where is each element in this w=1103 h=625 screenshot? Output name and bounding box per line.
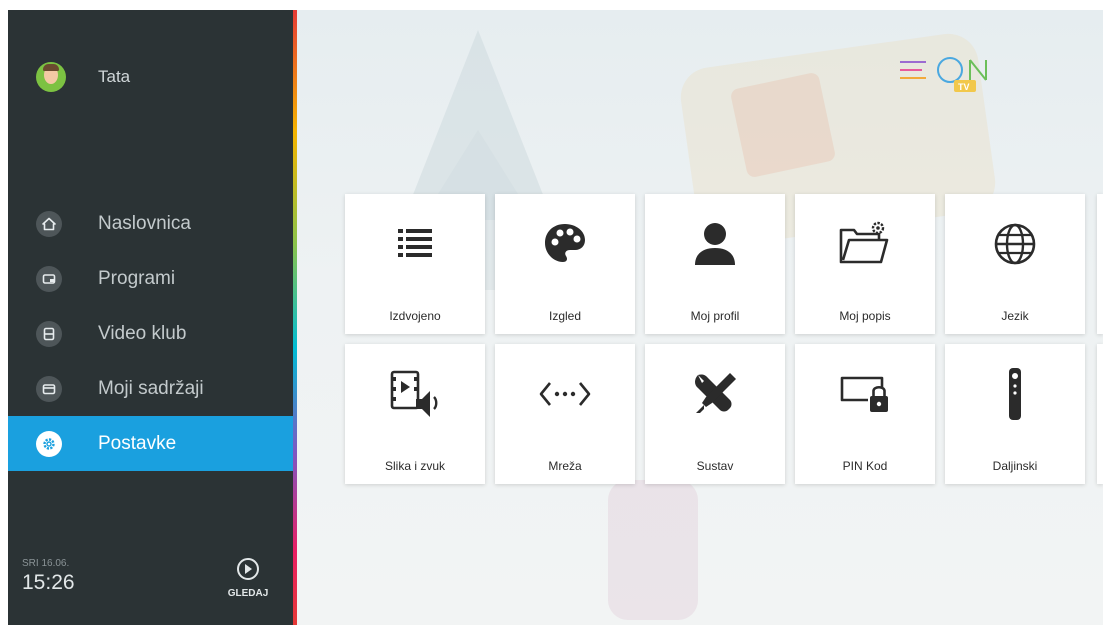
tile-moj-popis[interactable]: Moj popis	[795, 194, 935, 334]
background-scenery	[729, 71, 837, 179]
tile-jezik[interactable]: Jezik	[945, 194, 1085, 334]
tile-label: Sustav	[696, 459, 734, 473]
remote-icon	[945, 366, 1085, 422]
globe-icon	[945, 216, 1085, 272]
play-circle-icon	[237, 558, 259, 580]
tile-edge-clipped	[1097, 194, 1103, 334]
eon-tv-logo: TV	[898, 50, 1018, 92]
tile-label: Daljinski	[992, 459, 1038, 473]
menu-item-programi[interactable]: Programi	[8, 251, 293, 306]
main-menu: Naslovnica Programi Video klub Moji sadr…	[8, 196, 293, 471]
tile-daljinski[interactable]: Daljinski	[945, 344, 1085, 484]
menu-item-label: Moji sadržaji	[98, 377, 204, 399]
menu-item-label: Programi	[98, 267, 176, 289]
menu-item-video-klub[interactable]: Video klub	[8, 306, 293, 361]
current-date: SRI 16.06.	[22, 558, 70, 569]
gear-icon	[36, 430, 62, 457]
network-icon	[495, 366, 635, 422]
menu-item-postavke[interactable]: Postavke	[8, 416, 293, 471]
clock: SRI 16.06. 15:26	[22, 558, 75, 595]
tools-icon	[645, 366, 785, 422]
home-icon	[36, 210, 62, 237]
film-icon	[36, 320, 62, 347]
menu-item-label: Postavke	[98, 432, 177, 454]
tile-label: Izdvojeno	[389, 309, 441, 323]
background-scenery	[403, 30, 553, 220]
folder-gear-icon	[795, 216, 935, 272]
tile-izgled[interactable]: Izgled	[495, 194, 635, 334]
tile-label: PIN Kod	[842, 459, 888, 473]
tile-edge-clipped	[1097, 344, 1103, 484]
list-icon	[345, 216, 485, 272]
sidebar: Tata Naslovnica Programi Video klub Moji…	[8, 10, 293, 625]
tile-moj-profil[interactable]: Moj profil	[645, 194, 785, 334]
tile-pin-kod[interactable]: PIN Kod	[795, 344, 935, 484]
rainbow-divider	[293, 10, 297, 625]
tile-izdvojeno[interactable]: Izdvojeno	[345, 194, 485, 334]
profile-switcher[interactable]: Tata	[36, 62, 130, 92]
folder-icon	[36, 375, 62, 402]
tile-label: Moj profil	[690, 309, 740, 323]
video-sound-icon	[345, 366, 485, 422]
background-scenery	[608, 480, 698, 620]
tile-label: Izgled	[548, 309, 582, 323]
menu-item-naslovnica[interactable]: Naslovnica	[8, 196, 293, 251]
tile-label: Mreža	[548, 459, 582, 473]
logo-sub-text: TV	[958, 82, 970, 92]
tv-icon	[36, 265, 62, 292]
person-icon	[645, 216, 785, 272]
tile-label: Slika i zvuk	[384, 459, 446, 473]
screen-lock-icon	[795, 366, 935, 422]
tile-mreza[interactable]: Mreža	[495, 344, 635, 484]
app-frame: TV Tata Naslovnica Programi Video klub M…	[8, 10, 1103, 625]
profile-name: Tata	[98, 67, 131, 86]
watch-button[interactable]: GLEDAJ	[218, 558, 278, 599]
menu-item-label: Video klub	[98, 322, 187, 344]
avatar	[36, 62, 66, 92]
menu-item-moji-sadrzaji[interactable]: Moji sadržaji	[8, 361, 293, 416]
tile-sustav[interactable]: Sustav	[645, 344, 785, 484]
current-time: 15:26	[22, 571, 75, 594]
tile-label: Moj popis	[839, 309, 891, 323]
watch-label: GLEDAJ	[227, 588, 269, 599]
menu-item-label: Naslovnica	[98, 212, 191, 234]
tile-slika-i-zvuk[interactable]: Slika i zvuk	[345, 344, 485, 484]
palette-icon	[495, 216, 635, 272]
tile-label: Jezik	[1001, 309, 1029, 323]
